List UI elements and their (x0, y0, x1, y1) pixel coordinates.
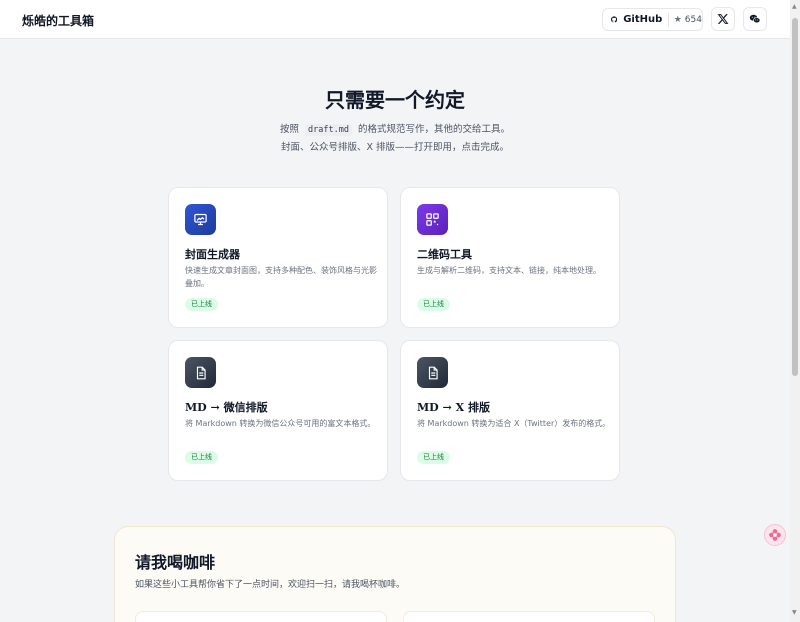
status-badge: 已上线 (185, 298, 218, 311)
donation-panel-right (403, 611, 655, 622)
card-title: 封面生成器 (185, 248, 240, 261)
github-label: GitHub (623, 14, 663, 25)
scroll-up-arrow-icon[interactable]: ▲ (792, 3, 797, 10)
status-badge: 已上线 (417, 451, 450, 464)
draft-md-code: draft.md (305, 124, 352, 136)
wechat-icon (749, 14, 761, 24)
github-button[interactable]: GitHub ★ 654 (602, 8, 703, 31)
card-description: 将 Markdown 转换为微信公众号可用的富文本格式。 (185, 419, 376, 428)
card-description: 生成与解析二维码，支持文本、链接，纯本地处理。 (417, 266, 601, 275)
card-title: MD → X 排版 (417, 401, 490, 414)
x-button[interactable] (711, 7, 735, 31)
site-title[interactable]: 烁皓的工具箱 (22, 12, 94, 29)
status-badge: 已上线 (417, 298, 450, 311)
flower-icon (769, 529, 781, 541)
document-icon (417, 357, 448, 388)
github-icon (611, 16, 618, 23)
monitor-icon (185, 204, 216, 235)
tool-card-qr-code[interactable]: 二维码工具 生成与解析二维码，支持文本、链接，纯本地处理。 已上线 (400, 187, 620, 328)
tool-card-md-x[interactable]: MD → X 排版 将 Markdown 转换为适合 X（Twitter）发布的… (400, 340, 620, 481)
tool-card-cover-generator[interactable]: 封面生成器 快速生成文章封面图，支持多种配色、装饰风格与光影叠加。 已上线 (168, 187, 388, 328)
hero-title: 只需要一个约定 (325, 88, 465, 112)
star-icon: ★ (673, 14, 682, 25)
hero-description: 按照 draft.md 的格式规范写作，其他的交给工具。 (0, 121, 790, 136)
page-scrollbar[interactable]: ▲ ▼ (790, 0, 800, 622)
document-icon (185, 357, 216, 388)
card-title: 二维码工具 (417, 248, 472, 261)
scroll-down-arrow-icon[interactable]: ▼ (792, 609, 797, 616)
wechat-button[interactable] (743, 7, 767, 31)
star-count: 654 (684, 14, 702, 25)
status-badge: 已上线 (185, 451, 218, 464)
qr-code-icon (417, 204, 448, 235)
top-header: 烁皓的工具箱 GitHub ★ 654 (0, 0, 790, 39)
hero-subline: 封面、公众号排版、X 排版——打开即用，点击完成。 (280, 142, 510, 153)
donation-panel-left (135, 611, 387, 622)
card-description: 将 Markdown 转换为适合 X（Twitter）发布的格式。 (417, 419, 611, 428)
floating-assistant-button[interactable] (764, 524, 786, 546)
tool-card-md-wechat[interactable]: MD → 微信排版 将 Markdown 转换为微信公众号可用的富文本格式。 已… (168, 340, 388, 481)
card-description: 快速生成文章封面图，支持多种配色、装饰风格与光影叠加。 (185, 266, 377, 288)
x-logo-icon (717, 14, 729, 24)
hero-text-before: 按照 (279, 124, 299, 135)
coffee-section: 请我喝咖啡 如果这些小工具帮你省下了一点时间，欢迎扫一扫，请我喝杯咖啡。 (114, 526, 676, 622)
scrollbar-thumb[interactable] (792, 18, 798, 376)
coffee-title: 请我喝咖啡 (135, 553, 216, 572)
coffee-description: 如果这些小工具帮你省下了一点时间，欢迎扫一扫，请我喝杯咖啡。 (135, 580, 406, 590)
hero-text-after: 的格式规范写作，其他的交给工具。 (358, 124, 511, 135)
card-title: MD → 微信排版 (185, 401, 268, 414)
